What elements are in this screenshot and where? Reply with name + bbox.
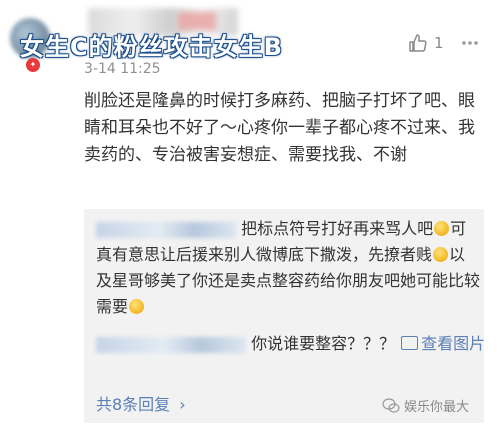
replies-count-label: 共8条回复: [96, 395, 171, 414]
watermark-text: 娱乐你最大: [404, 400, 470, 415]
blurred-reply-username[interactable]: [96, 336, 246, 353]
like-button[interactable]: 1: [408, 32, 480, 54]
comment-text: 削脸还是隆鼻的时候打多麻药、把脑子打坏了吧、眼睛和耳朵也不好了～心疼你一辈子都心…: [84, 91, 475, 165]
watermark: 娱乐你最大: [382, 396, 469, 415]
reply-text: 你说谁要整容？？？: [251, 334, 396, 353]
smile-emoji-icon: [433, 247, 449, 262]
like-count: 1: [434, 34, 444, 52]
image-icon[interactable]: [401, 336, 419, 350]
blurred-reply-username[interactable]: [96, 221, 236, 238]
smile-emoji-icon: [434, 221, 450, 236]
wechat-icon: [382, 397, 400, 413]
blurred-user-tag: [178, 12, 216, 30]
reply-item-1: 把标点符号打好再来骂人吧 可真有意思让后援来别人微博底下撒泼，先撩者贱 以及星哥够美…: [96, 216, 480, 320]
reply-text-part: 把标点符号打好再来骂人吧: [241, 219, 434, 238]
smile-emoji-icon: [129, 299, 145, 314]
more-dots-icon[interactable]: [460, 33, 480, 53]
chevron-right-icon: ›: [179, 395, 186, 414]
view-all-replies-link[interactable]: 共8条回复 ›: [96, 394, 186, 416]
thumbs-up-icon: [409, 34, 427, 52]
view-image-link[interactable]: 查看图片: [421, 334, 485, 353]
reply-item-2: 你说谁要整容？？？ 查看图片: [96, 331, 486, 357]
overlay-caption: 女生C的粉丝攻击女生B: [20, 33, 283, 61]
comment-timestamp: 3-14 11:25: [84, 61, 161, 77]
